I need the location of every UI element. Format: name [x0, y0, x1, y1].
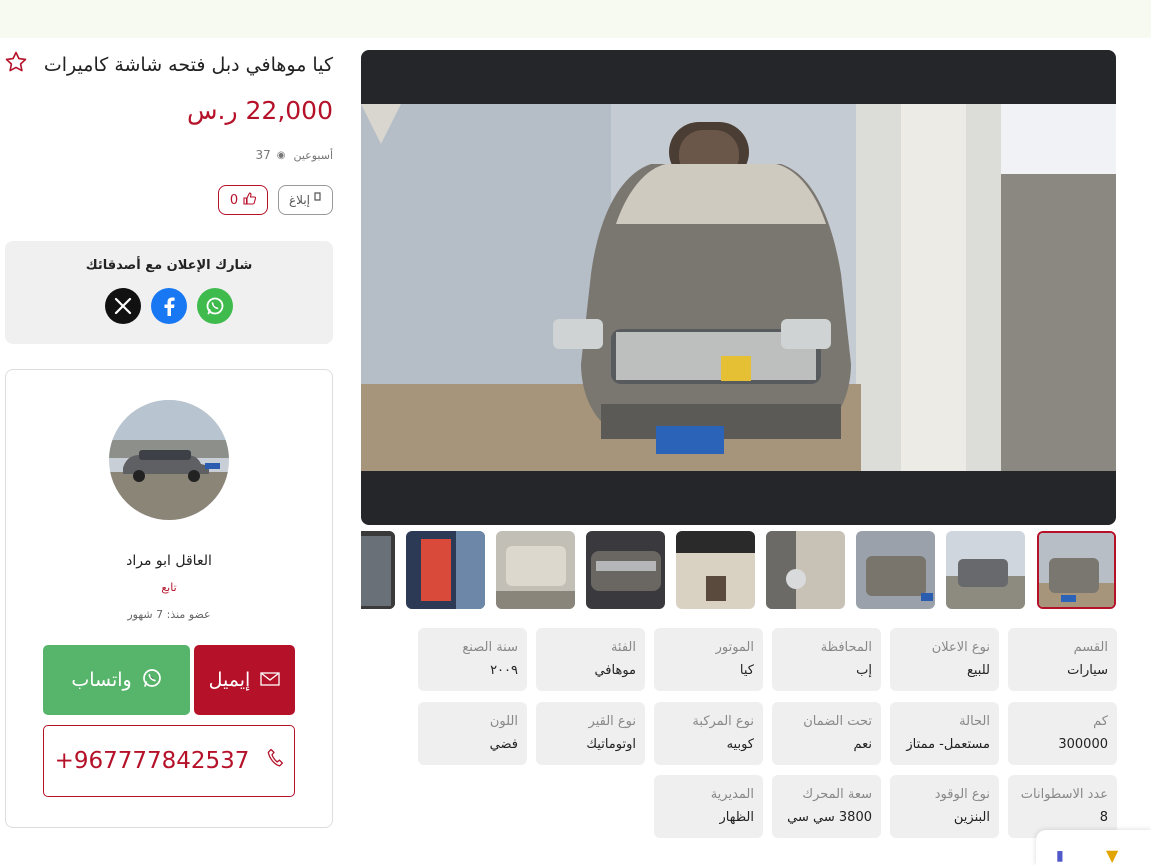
spec-label: الفئة — [610, 640, 636, 655]
spec-card: عدد الاسطوانات 8 — [1008, 775, 1117, 838]
spec-label: اللون — [489, 714, 518, 729]
follow-link[interactable]: تابع — [6, 581, 332, 594]
spec-card: نوع المركبة كوبيه — [654, 702, 763, 765]
phone-number: +967777842537 — [54, 748, 250, 774]
thumbnail[interactable] — [586, 531, 665, 609]
spec-card: المحافظة إب — [772, 628, 881, 691]
spec-label: المحافظة — [820, 640, 872, 655]
likes-count: 0 — [229, 192, 239, 208]
listing-title: كيا موهافي دبل فتحه شاشة كاميرات — [43, 54, 333, 76]
thumbnail[interactable] — [946, 531, 1025, 609]
like-button[interactable]: 0 — [218, 185, 268, 215]
thumbnail[interactable] — [766, 531, 845, 609]
email-button[interactable]: إيميل — [194, 645, 295, 715]
spec-value: البنزين — [953, 810, 990, 825]
spec-label: عدد الاسطوانات — [1020, 787, 1108, 802]
phone-icon — [267, 748, 284, 774]
spec-label: سنة الصنع — [462, 640, 518, 655]
whatsapp-icon — [142, 668, 162, 693]
photo-gallery[interactable] — [361, 50, 1116, 525]
spec-card: اللون فضي — [418, 702, 527, 765]
thumbnail[interactable] — [676, 531, 755, 609]
spec-label: كم — [1093, 714, 1108, 729]
spec-card: الحالة مستعمل- ممتاز — [890, 702, 999, 765]
funnel-icon[interactable]: ▼ — [1106, 846, 1118, 865]
spec-card: نوع الاعلان للبيع — [890, 628, 999, 691]
spec-label: سعة المحرك — [802, 787, 872, 802]
posted-time: أسبوعين — [293, 148, 333, 162]
spec-value: موهافي — [594, 663, 636, 678]
flag-icon — [313, 192, 322, 208]
spec-value: كوبيه — [726, 737, 754, 752]
spec-value: اوتوماتيك — [586, 737, 636, 752]
listing-price: 22,000 ر.س — [187, 96, 333, 125]
spec-label: تحت الضمان — [803, 714, 872, 729]
email-label: إيميل — [208, 669, 251, 691]
spec-label: نوع القير — [588, 714, 636, 729]
seller-name[interactable]: العاقل ابو مراد — [6, 553, 332, 569]
spec-value: إب — [856, 663, 872, 678]
seller-card: العاقل ابو مراد تابع عضو منذ: 7 شهور إيم… — [5, 369, 333, 828]
whatsapp-button[interactable]: واتساب — [43, 645, 190, 715]
spec-label: الحالة — [959, 714, 990, 729]
spec-card: المديرية الظهار — [654, 775, 763, 838]
teams-icon[interactable]: ▮ — [1056, 848, 1064, 864]
spec-value: 3800 سي سي — [787, 810, 872, 825]
spec-value: 300000 — [1058, 737, 1108, 752]
thumbs-up-icon — [243, 191, 257, 209]
spec-label: نوع المركبة — [692, 714, 754, 729]
main-photo[interactable] — [361, 104, 1116, 471]
spec-label: نوع الاعلان — [931, 640, 990, 655]
whatsapp-icon[interactable] — [197, 288, 233, 324]
avatar[interactable] — [109, 400, 229, 520]
spec-card: سنة الصنع ٢٠٠٩ — [418, 628, 527, 691]
listing-meta: أسبوعين ◉ 37 — [150, 148, 333, 162]
thumbnail-active[interactable] — [1037, 531, 1116, 609]
spec-card: سعة المحرك 3800 سي سي — [772, 775, 881, 838]
spec-card: الفئة موهافي — [536, 628, 645, 691]
report-button[interactable]: إبلاغ — [278, 185, 333, 215]
spec-value: 8 — [1099, 810, 1108, 825]
mail-icon — [260, 669, 280, 691]
share-box: شارك الإعلان مع أصدقائك — [5, 241, 333, 344]
thumbnail[interactable] — [856, 531, 935, 609]
spec-card: تحت الضمان نعم — [772, 702, 881, 765]
views-count: ◉ 37 — [255, 148, 285, 162]
spec-value: فضي — [489, 737, 518, 752]
member-since: عضو منذ: 7 شهور — [127, 608, 211, 621]
top-bar — [0, 0, 1151, 38]
thumbnail[interactable] — [406, 531, 485, 609]
eye-icon: ◉ — [276, 149, 286, 161]
views-value: 37 — [255, 148, 271, 162]
share-title: شارك الإعلان مع أصدقائك — [85, 258, 253, 273]
thumbnail-strip — [361, 531, 1116, 609]
x-icon[interactable] — [105, 288, 141, 324]
spec-value: مستعمل- ممتاز — [906, 737, 990, 752]
spec-value: كيا — [739, 663, 754, 678]
spec-value: نعم — [853, 737, 872, 752]
chat-widget[interactable]: ▮ ▼ — [1036, 830, 1151, 865]
spec-card: نوع الوقود البنزين — [890, 775, 999, 838]
spec-card: الموتور كيا — [654, 628, 763, 691]
favorite-star-icon[interactable] — [4, 50, 28, 74]
report-label: إبلاغ — [289, 193, 310, 207]
spec-label: الموتور — [715, 640, 754, 655]
thumbnail[interactable] — [496, 531, 575, 609]
spec-value: الظهار — [719, 810, 754, 825]
spec-label: القسم — [1073, 640, 1108, 655]
whatsapp-label: واتساب — [71, 669, 132, 691]
phone-button[interactable]: +967777842537 — [43, 725, 295, 797]
spec-value: للبيع — [966, 663, 990, 678]
spec-card: القسم سيارات — [1008, 628, 1117, 691]
thumbnail[interactable] — [361, 531, 395, 609]
spec-value: سيارات — [1067, 663, 1108, 678]
share-icons — [5, 288, 333, 324]
spec-card: نوع القير اوتوماتيك — [536, 702, 645, 765]
spec-label: المديرية — [710, 787, 754, 802]
spec-value: ٢٠٠٩ — [490, 663, 518, 678]
facebook-icon[interactable] — [151, 288, 187, 324]
spec-label: نوع الوقود — [934, 787, 990, 802]
spec-card: كم 300000 — [1008, 702, 1117, 765]
